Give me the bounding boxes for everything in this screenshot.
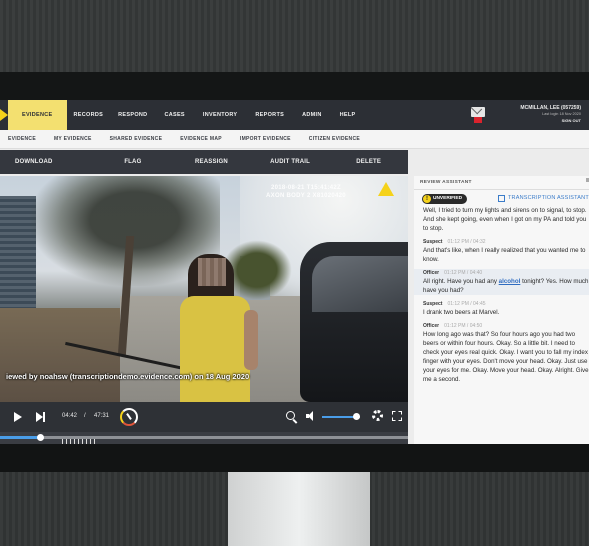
delete-button[interactable]: DELETE [329, 159, 408, 165]
entry-text: I drank two beers at Marvel. [423, 309, 500, 316]
mail-badge [474, 117, 482, 123]
audit-trail-button[interactable]: AUDIT TRAIL [251, 159, 330, 165]
speaker-label: Officer [423, 323, 440, 329]
top-navigation: EVIDENCE RECORDS RESPOND CASES INVENTORY… [0, 100, 589, 130]
volume-icon[interactable] [306, 411, 316, 421]
transcription-assistant-link[interactable]: TRANSCRIPTION ASSISTANT [498, 195, 589, 201]
transcript-panel: REVIEW ASSISTANT UNVERIFIED ! TRANSCRIPT… [414, 176, 589, 444]
speaker-label: Officer [423, 270, 440, 276]
nav-cases[interactable]: CASES [155, 100, 193, 130]
subnav-shared-evidence[interactable]: SHARED EVIDENCE [101, 136, 172, 142]
background-wall [0, 0, 589, 72]
reassign-button[interactable]: REASSIGN [172, 159, 251, 165]
timeline-scrubber[interactable] [37, 434, 45, 441]
speaker-label: Suspect [423, 239, 443, 245]
nav-records[interactable]: RECORDS [67, 100, 111, 130]
brand-logo[interactable] [0, 109, 8, 121]
entry-timestamp: 01:12 PM / 04:32 [447, 239, 486, 245]
download-button[interactable]: DOWNLOAD [0, 159, 94, 165]
nav-evidence[interactable]: EVIDENCE [8, 100, 67, 130]
nav-admin[interactable]: ADMIN [293, 100, 331, 130]
playback-speed-icon[interactable] [120, 408, 138, 426]
current-time: 04:42 [62, 413, 78, 419]
entry-timestamp: 01:12 PM / 04:40 [444, 270, 483, 276]
entry-text: And that's like, when I really realized … [423, 247, 586, 263]
timeline-progress [0, 436, 41, 439]
transcript-entry[interactable]: Well, I tried to turn my lights and sire… [423, 206, 589, 233]
evidence-subnav: EVIDENCE MY EVIDENCE SHARED EVIDENCE EVI… [0, 130, 589, 149]
subnav-citizen-evidence[interactable]: CITIZEN EVIDENCE [300, 136, 369, 142]
transcript-entry[interactable]: Suspect 01:12 PM / 04:45 I drank two beer… [423, 300, 589, 317]
volume-handle[interactable] [353, 413, 361, 420]
warning-icon: ! [423, 195, 431, 203]
viewer-watermark: iewed by noahsw (transcriptiondemo.evide… [6, 372, 250, 381]
total-time: 47:31 [94, 413, 110, 419]
video-frame[interactable]: 2018-08-21 T15:41:42Z AXON BODY 2 X81020… [0, 176, 408, 402]
time-separator: / [84, 413, 86, 419]
blurred-face [198, 258, 226, 286]
volume-fill [322, 416, 357, 418]
panel-title: REVIEW ASSISTANT [420, 180, 472, 185]
subnav-my-evidence[interactable]: MY EVIDENCE [45, 136, 101, 142]
panel-divider [414, 189, 589, 190]
last-login: Last login 18 Nov 2020 [542, 112, 581, 116]
monitor-bezel-bottom [0, 444, 589, 472]
subnav-import-evidence[interactable]: IMPORT EVIDENCE [231, 136, 300, 142]
play-icon[interactable] [14, 412, 22, 422]
keyword-highlight[interactable]: alcohol [499, 278, 521, 285]
transcript-list: Well, I tried to turn my lights and sire… [414, 206, 589, 389]
evidence-toolbar: DOWNLOAD FLAG REASSIGN AUDIT TRAIL DELET… [0, 150, 408, 174]
entry-text: How long ago was that? So four hours ago… [423, 331, 589, 383]
transcript-entry[interactable]: Suspect 01:12 PM / 04:32 And that's like,… [423, 238, 589, 264]
video-car-window [312, 256, 408, 312]
user-info: MCMILLAN, LEE (057259) Last login 18 Nov… [520, 105, 581, 123]
entry-timestamp: 01:12 PM / 04:45 [447, 301, 486, 307]
speaker-label: Suspect [423, 301, 443, 307]
volume-slider[interactable] [322, 413, 361, 420]
entry-timestamp: 01:12 PM / 04:50 [444, 323, 483, 329]
zoom-icon[interactable] [286, 411, 295, 420]
nav-help[interactable]: HELP [331, 100, 365, 130]
transcript-entry[interactable]: Officer 01:12 PM / 04:50 How long ago was… [423, 322, 589, 384]
nav-reports[interactable]: REPORTS [246, 100, 293, 130]
monitor-screen: EVIDENCE RECORDS RESPOND CASES INVENTORY… [0, 100, 589, 444]
mail-icon[interactable] [471, 107, 485, 117]
axon-logo-icon [378, 182, 394, 196]
player-controls: 04:42 / 47:31 [0, 402, 408, 432]
nav-respond[interactable]: RESPOND [110, 100, 155, 130]
next-frame-icon[interactable] [36, 412, 45, 422]
monitor-bezel-top [0, 72, 589, 159]
entry-text: Well, I tried to turn my lights and sire… [423, 207, 587, 232]
user-name: MCMILLAN, LEE (057259) [520, 105, 581, 111]
sign-out-link[interactable]: SIGN OUT [520, 118, 581, 123]
nav-inventory[interactable]: INVENTORY [194, 100, 246, 130]
monitor-stand [228, 472, 370, 546]
settings-icon[interactable] [372, 410, 383, 421]
entry-text: All right. Have you had any alcohol toni… [423, 278, 589, 294]
video-timeline[interactable] [0, 432, 408, 444]
video-timestamp: 2018-08-21 T15:41:42Z AXON BODY 2 X81020… [266, 185, 346, 199]
fullscreen-icon[interactable] [392, 411, 402, 421]
subnav-evidence-map[interactable]: EVIDENCE MAP [171, 136, 231, 142]
subnav-evidence[interactable]: EVIDENCE [0, 136, 45, 142]
transcript-entry-active[interactable]: Officer 01:12 PM / 04:40 All right. Have … [414, 269, 589, 295]
flag-button[interactable]: FLAG [94, 159, 173, 165]
